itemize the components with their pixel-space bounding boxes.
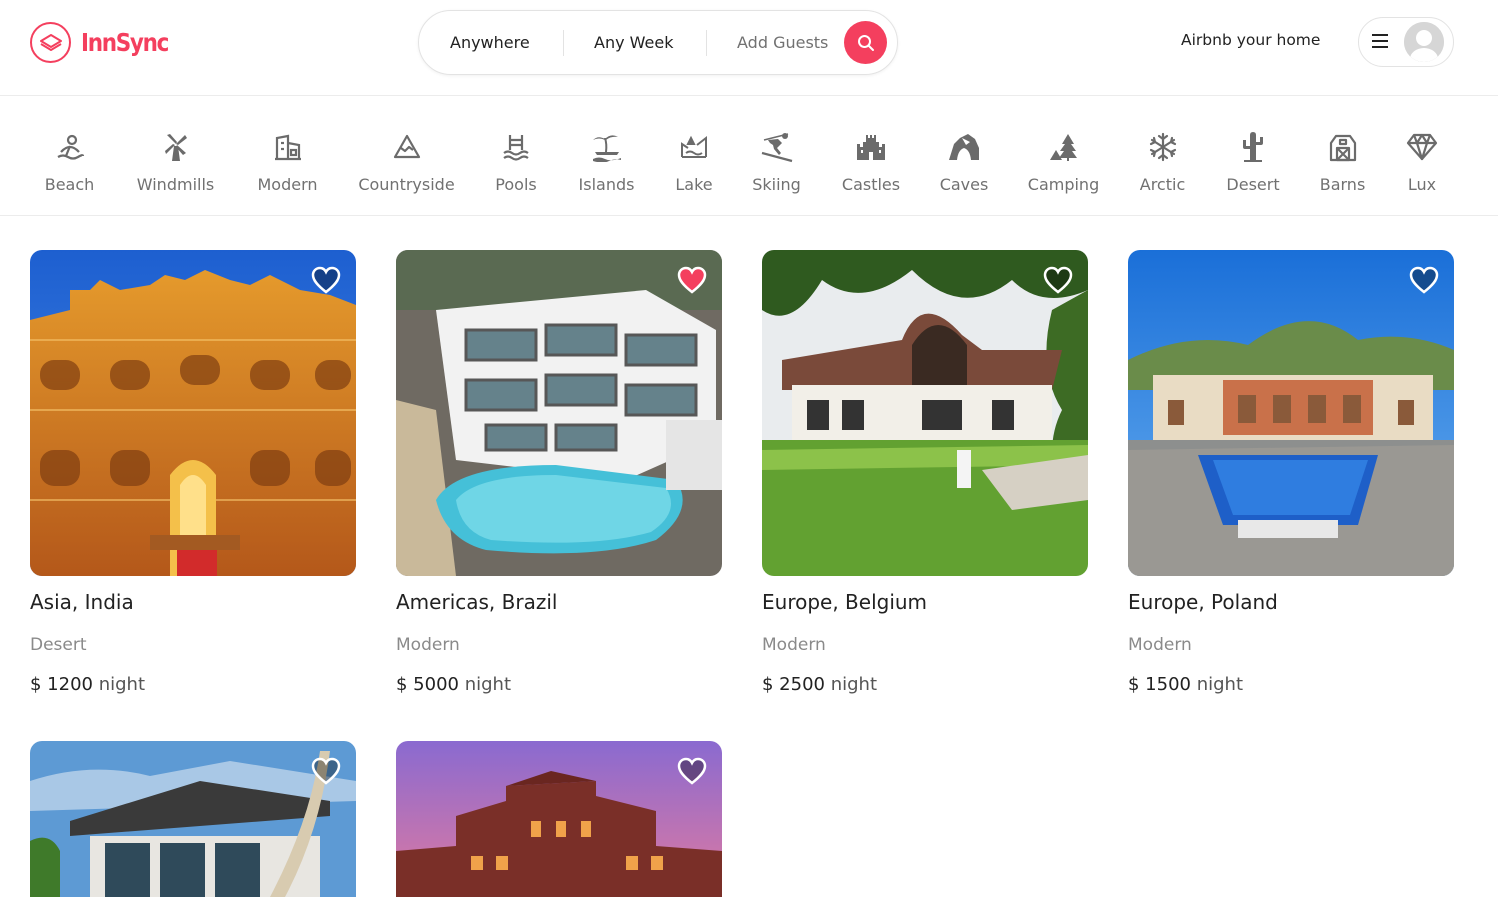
camping-icon bbox=[1047, 130, 1081, 164]
search-submit-button[interactable] bbox=[844, 21, 887, 64]
search-where-button[interactable]: Anywhere bbox=[450, 11, 530, 74]
beach-icon bbox=[53, 130, 87, 164]
search-icon bbox=[857, 34, 874, 51]
category-label: Lux bbox=[1407, 175, 1437, 194]
listing-location: Asia, India bbox=[30, 590, 134, 614]
listing-photo[interactable] bbox=[396, 250, 722, 576]
category-camping[interactable]: Camping bbox=[1028, 96, 1099, 216]
category-countryside[interactable]: Countryside bbox=[358, 96, 455, 216]
hamburger-menu-icon bbox=[1372, 34, 1388, 48]
listing-price: $ 1200 night bbox=[30, 674, 145, 695]
cactus-icon bbox=[1236, 130, 1270, 164]
brand-name: InnSync bbox=[81, 27, 169, 57]
favorite-heart-icon[interactable] bbox=[676, 755, 708, 787]
logo-icon bbox=[30, 21, 71, 63]
category-label: Windmills bbox=[136, 175, 215, 194]
snowflake-icon bbox=[1146, 130, 1180, 164]
listing-photo[interactable] bbox=[30, 250, 356, 576]
category-lux[interactable]: Lux bbox=[1406, 96, 1438, 216]
search-divider bbox=[706, 30, 707, 56]
favorite-heart-icon[interactable] bbox=[1042, 264, 1074, 296]
listing-location: Europe, Belgium bbox=[762, 590, 928, 614]
category-desert[interactable]: Desert bbox=[1226, 96, 1280, 216]
category-barns[interactable]: Barns bbox=[1319, 96, 1366, 216]
category-arctic[interactable]: Arctic bbox=[1139, 96, 1186, 216]
category-label: Castles bbox=[841, 175, 901, 194]
price-unit: night bbox=[464, 674, 512, 695]
listing-photo[interactable] bbox=[762, 250, 1088, 576]
host-your-home-link[interactable]: Airbnb your home bbox=[1181, 31, 1320, 49]
category-castles[interactable]: Castles bbox=[841, 96, 901, 216]
category-label: Beach bbox=[44, 175, 95, 194]
category-skiing[interactable]: Skiing bbox=[752, 96, 801, 216]
category-label: Arctic bbox=[1139, 175, 1186, 194]
search-bar[interactable]: Anywhere Any Week Add Guests bbox=[418, 10, 898, 75]
favorite-heart-icon[interactable] bbox=[310, 755, 342, 787]
price-unit: night bbox=[1196, 674, 1244, 695]
listing-photo[interactable] bbox=[30, 741, 356, 897]
price-value: $ 2500 bbox=[762, 674, 825, 695]
favorite-heart-icon[interactable] bbox=[1408, 264, 1440, 296]
category-lake[interactable]: Lake bbox=[675, 96, 713, 216]
diamond-icon bbox=[1405, 130, 1439, 164]
windmill-icon bbox=[159, 130, 193, 164]
cave-icon bbox=[947, 130, 981, 164]
search-divider bbox=[563, 30, 564, 56]
favorite-heart-icon[interactable] bbox=[676, 264, 708, 296]
category-modern[interactable]: Modern bbox=[257, 96, 318, 216]
search-when-button[interactable]: Any Week bbox=[594, 11, 673, 74]
listing-photo[interactable] bbox=[396, 741, 722, 897]
lake-icon bbox=[677, 130, 711, 164]
category-label: Skiing bbox=[752, 175, 801, 194]
price-unit: night bbox=[98, 674, 146, 695]
skiing-icon bbox=[760, 130, 794, 164]
island-icon bbox=[590, 130, 624, 164]
listing-category: Desert bbox=[30, 635, 87, 655]
listing-location: Europe, Poland bbox=[1128, 590, 1278, 614]
user-avatar-icon bbox=[1404, 22, 1444, 62]
castle-icon bbox=[854, 130, 888, 164]
category-label: Countryside bbox=[358, 175, 455, 194]
category-label: Desert bbox=[1226, 175, 1280, 194]
listing-category: Modern bbox=[1128, 635, 1192, 655]
category-label: Lake bbox=[675, 175, 713, 194]
listing-category: Modern bbox=[396, 635, 460, 655]
listing-price: $ 1500 night bbox=[1128, 674, 1243, 695]
modern-building-icon bbox=[271, 130, 305, 164]
category-caves[interactable]: Caves bbox=[940, 96, 988, 216]
search-guests-button[interactable]: Add Guests bbox=[737, 11, 828, 74]
category-bar: Beach Windmills Modern Countryside Pools… bbox=[0, 96, 1498, 216]
category-label: Camping bbox=[1027, 175, 1100, 194]
listing-category: Modern bbox=[762, 635, 826, 655]
user-menu-button[interactable] bbox=[1358, 17, 1454, 67]
pool-icon bbox=[499, 130, 533, 164]
category-label: Islands bbox=[578, 175, 635, 194]
listing-photo[interactable] bbox=[1128, 250, 1454, 576]
category-windmills[interactable]: Windmills bbox=[135, 96, 216, 216]
category-pools[interactable]: Pools bbox=[494, 96, 538, 216]
price-value: $ 1200 bbox=[30, 674, 93, 695]
price-unit: night bbox=[830, 674, 878, 695]
price-value: $ 1500 bbox=[1128, 674, 1191, 695]
top-navbar: InnSync Anywhere Any Week Add Guests Air… bbox=[0, 0, 1498, 96]
price-value: $ 5000 bbox=[396, 674, 459, 695]
category-label: Pools bbox=[495, 175, 537, 194]
listing-price: $ 5000 night bbox=[396, 674, 511, 695]
brand-logo[interactable]: InnSync bbox=[30, 21, 182, 63]
listing-price: $ 2500 night bbox=[762, 674, 877, 695]
category-beach[interactable]: Beach bbox=[45, 96, 94, 216]
category-label: Modern bbox=[257, 175, 318, 194]
mountain-icon bbox=[390, 130, 424, 164]
category-label: Caves bbox=[939, 175, 989, 194]
category-islands[interactable]: Islands bbox=[578, 96, 635, 216]
listing-location: Americas, Brazil bbox=[396, 590, 558, 614]
favorite-heart-icon[interactable] bbox=[310, 264, 342, 296]
barn-icon bbox=[1326, 130, 1360, 164]
category-label: Barns bbox=[1319, 175, 1366, 194]
